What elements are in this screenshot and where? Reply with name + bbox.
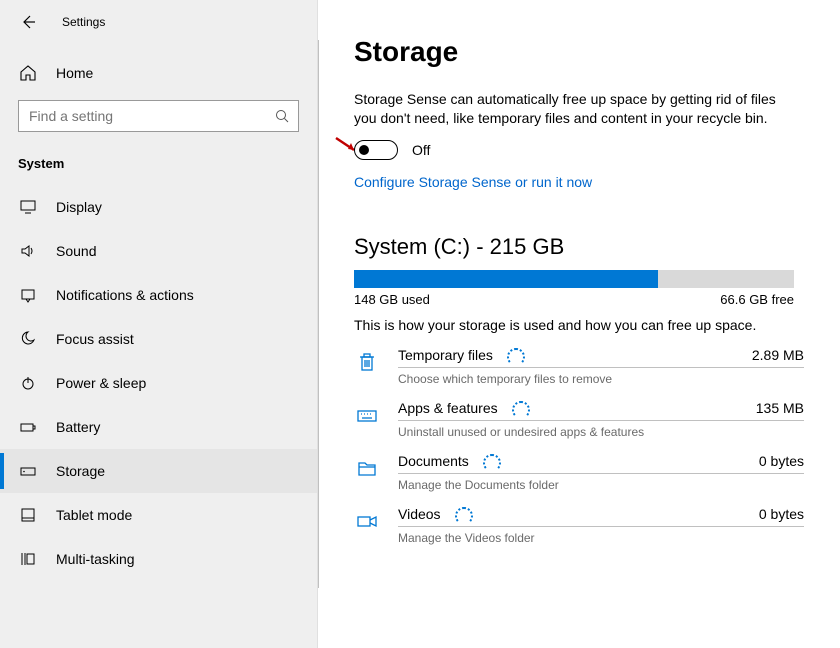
nav-item-storage[interactable]: Storage: [0, 449, 317, 493]
category-separator: [398, 367, 804, 368]
search-input[interactable]: [29, 108, 274, 124]
nav-icon: [18, 462, 38, 480]
nav-item-label: Sound: [56, 243, 96, 259]
category-separator: [398, 420, 804, 421]
nav-item-multi-tasking[interactable]: Multi-tasking: [0, 537, 317, 581]
trash-icon: [354, 349, 380, 375]
nav-item-label: Focus assist: [56, 331, 134, 347]
sidebar: Settings Home System Display Sound Notific…: [0, 0, 318, 648]
category-name: Apps & features: [398, 400, 498, 416]
nav-icon: [18, 506, 38, 524]
nav-icon: [18, 330, 38, 348]
storage-bar: [354, 270, 794, 288]
toggle-knob: [359, 145, 369, 155]
titlebar: Settings: [0, 0, 317, 44]
category-hint: Manage the Documents folder: [398, 478, 804, 492]
nav-item-label: Battery: [56, 419, 100, 435]
folder-icon: [354, 455, 380, 481]
category-hint: Choose which temporary files to remove: [398, 372, 804, 386]
nav-item-sound[interactable]: Sound: [0, 229, 317, 273]
category-size: 2.89 MB: [752, 347, 804, 363]
loading-spinner-icon: [483, 454, 497, 468]
nav-icon: [18, 198, 38, 216]
category-documents[interactable]: Documents 0 bytes Manage the Documents fol…: [354, 453, 804, 492]
nav-item-battery[interactable]: Battery: [0, 405, 317, 449]
category-separator: [398, 473, 804, 474]
category-name: Videos: [398, 506, 441, 522]
category-size: 0 bytes: [759, 453, 804, 469]
category-name: Documents: [398, 453, 469, 469]
category-body: Temporary files 2.89 MB Choose which tempo…: [398, 347, 804, 386]
usage-desc: This is how your storage is used and how…: [354, 317, 812, 333]
nav-list: Display Sound Notifications & actions Focus…: [0, 185, 317, 581]
category-size: 0 bytes: [759, 506, 804, 522]
configure-storage-sense-link[interactable]: Configure Storage Sense or run it now: [354, 174, 592, 190]
free-label: 66.6 GB free: [720, 292, 794, 307]
loading-spinner-icon: [455, 507, 469, 521]
category-body: Videos 0 bytes Manage the Videos folder: [398, 506, 804, 545]
storage-sense-toggle-row: Off: [354, 140, 812, 160]
nav-icon: [18, 242, 38, 260]
nav-item-focus-assist[interactable]: Focus assist: [0, 317, 317, 361]
nav-item-tablet-mode[interactable]: Tablet mode: [0, 493, 317, 537]
category-apps-features[interactable]: Apps & features 135 MB Uninstall unused or…: [354, 400, 804, 439]
category-size: 135 MB: [756, 400, 804, 416]
nav-item-label: Tablet mode: [56, 507, 132, 523]
category-temporary-files[interactable]: Temporary files 2.89 MB Choose which tempo…: [354, 347, 804, 386]
search-icon: [274, 108, 290, 124]
search-box[interactable]: [18, 100, 299, 132]
app-title: Settings: [62, 15, 105, 29]
content: Storage Storage Sense can automatically …: [318, 0, 840, 648]
nav-home[interactable]: Home: [0, 54, 317, 92]
search-wrap: [0, 92, 317, 148]
nav-item-power-sleep[interactable]: Power & sleep: [0, 361, 317, 405]
page-title: Storage: [354, 36, 812, 68]
category-body: Apps & features 135 MB Uninstall unused or…: [398, 400, 804, 439]
toggle-state-label: Off: [412, 142, 430, 158]
nav-item-label: Storage: [56, 463, 105, 479]
nav-item-notifications-actions[interactable]: Notifications & actions: [0, 273, 317, 317]
home-icon: [18, 64, 38, 82]
content-divider: [318, 40, 319, 588]
nav-icon: [18, 286, 38, 304]
category-hint: Uninstall unused or undesired apps & fea…: [398, 425, 804, 439]
drive-title: System (C:) - 215 GB: [354, 234, 812, 260]
used-label: 148 GB used: [354, 292, 430, 307]
loading-spinner-icon: [512, 401, 526, 415]
nav-item-label: Power & sleep: [56, 375, 146, 391]
nav-home-label: Home: [56, 65, 93, 81]
back-button[interactable]: [18, 12, 38, 32]
nav-icon: [18, 374, 38, 392]
category-body: Documents 0 bytes Manage the Documents fol…: [398, 453, 804, 492]
loading-spinner-icon: [507, 348, 521, 362]
category-name: Temporary files: [398, 347, 493, 363]
video-icon: [354, 508, 380, 534]
nav-icon: [18, 550, 38, 568]
nav-item-display[interactable]: Display: [0, 185, 317, 229]
nav-icon: [18, 418, 38, 436]
storage-bar-fill: [354, 270, 658, 288]
category-videos[interactable]: Videos 0 bytes Manage the Videos folder: [354, 506, 804, 545]
storage-sense-toggle[interactable]: [354, 140, 398, 160]
section-label: System: [0, 148, 317, 185]
nav-item-label: Multi-tasking: [56, 551, 135, 567]
storage-sense-desc: Storage Sense can automatically free up …: [354, 90, 794, 128]
category-list: Temporary files 2.89 MB Choose which tempo…: [354, 347, 812, 545]
category-hint: Manage the Videos folder: [398, 531, 804, 545]
nav-item-label: Notifications & actions: [56, 287, 194, 303]
nav-item-label: Display: [56, 199, 102, 215]
category-separator: [398, 526, 804, 527]
keyboard-icon: [354, 402, 380, 428]
